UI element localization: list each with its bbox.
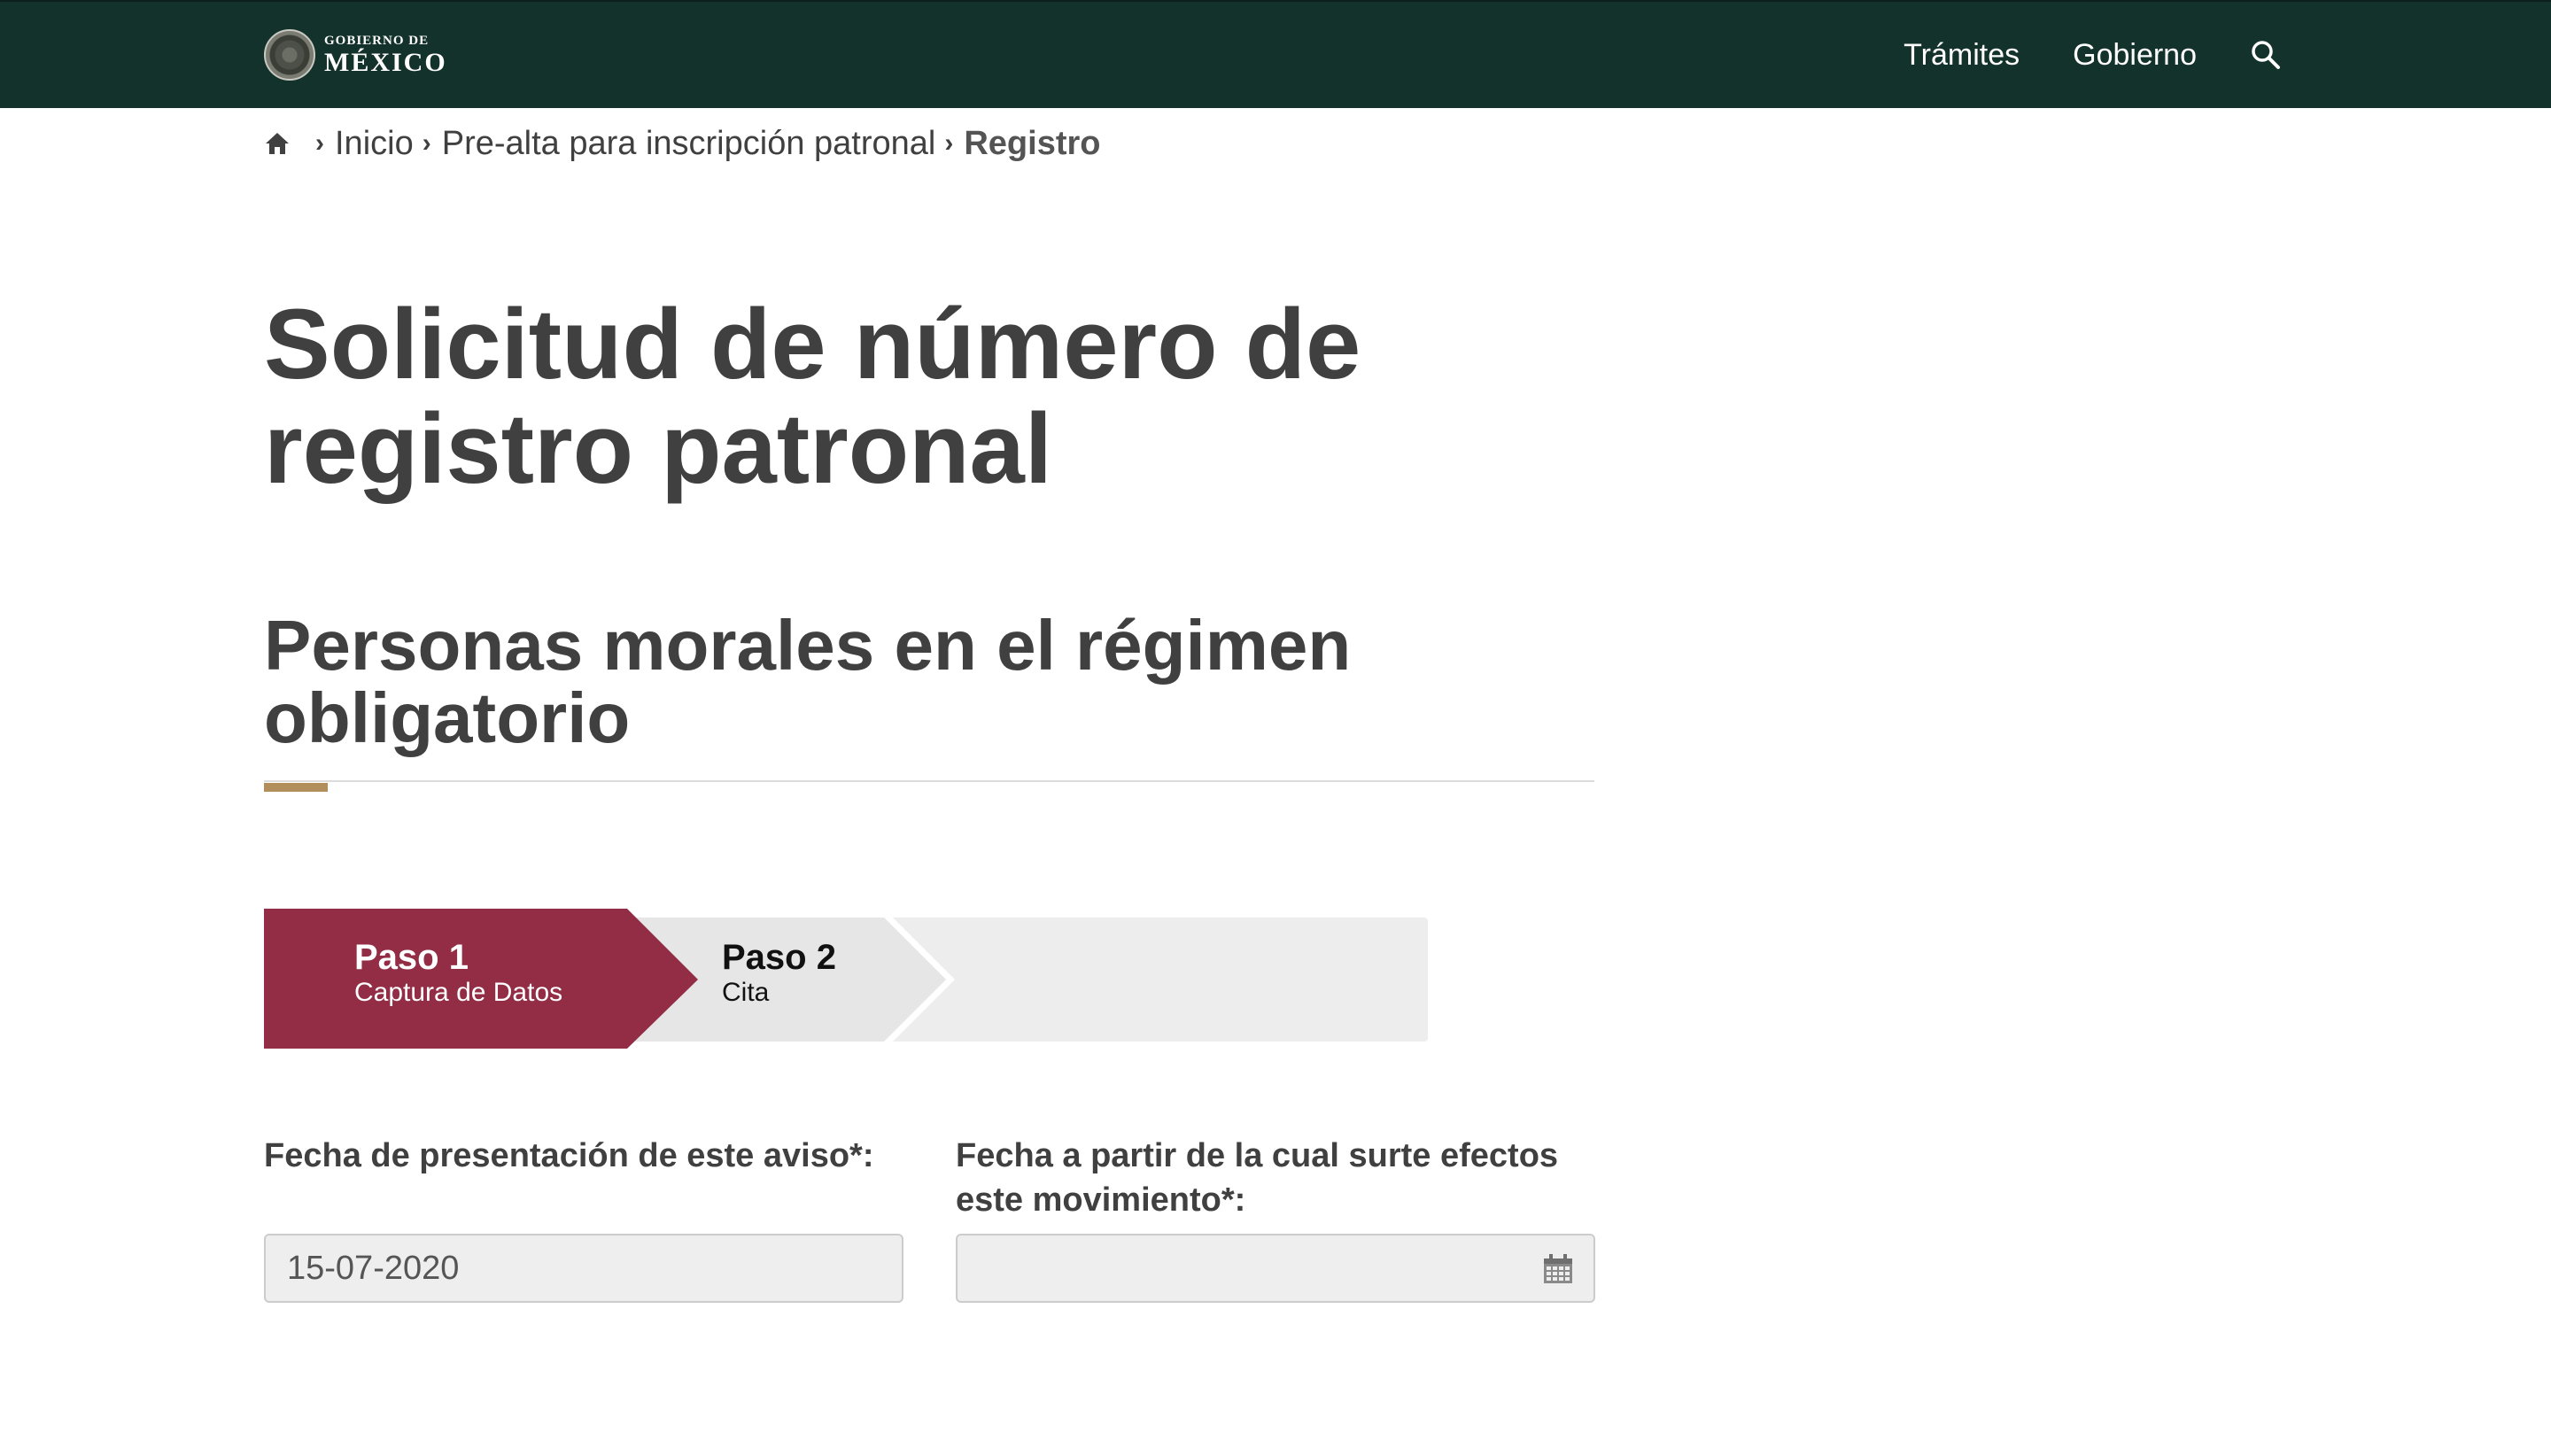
top-navbar: GOBIERNO DE MÉXICO Trámites Gobierno [0,0,2551,108]
search-icon[interactable] [2248,37,2283,73]
fecha-efectos-label: Fecha a partir de la cual surte efectos … [956,1134,1629,1222]
logo-small-text: GOBIERNO DE [324,33,430,48]
chevron-right-icon: › [315,128,324,158]
nav-link-tramites[interactable]: Trámites [1904,38,2020,73]
section-divider-accent [264,783,328,792]
page-title: Solicitud de número de registro patronal [264,292,1504,501]
fecha-presentacion-field[interactable]: 15-07-2020 [264,1234,903,1303]
calendar-icon[interactable] [1542,1253,1574,1285]
chevron-right-icon: › [422,128,431,158]
fecha-efectos-field[interactable] [956,1234,1595,1303]
fecha-presentacion-label: Fecha de presentación de este aviso*: [264,1137,874,1174]
fecha-efectos-label-line1: Fecha a partir de la cual surte efectos [956,1137,1559,1174]
step-2-subtitle: Cita [722,978,770,1007]
section-title: Personas morales en el régimen obligator… [264,609,1593,755]
step-1-subtitle: Captura de Datos [354,978,563,1007]
step-1-title[interactable]: Paso 1 [354,938,469,977]
fecha-presentacion-value: 15-07-2020 [287,1249,460,1287]
breadcrumb-item-inicio[interactable]: Inicio [335,125,414,163]
breadcrumb-item-registro: Registro [964,124,1101,162]
section-title-line1: Personas morales en el régimen [264,606,1352,685]
home-icon[interactable] [264,128,294,159]
nav-link-gobierno[interactable]: Gobierno [2073,38,2197,73]
breadcrumb-item-pre-alta[interactable]: Pre-alta para inscripción patronal [442,125,936,163]
page-title-line2: registro patronal [264,393,1052,504]
section-divider [264,780,1594,782]
gobierno-de-mexico-logo[interactable]: GOBIERNO DE MÉXICO [264,28,447,81]
step-2-title[interactable]: Paso 2 [722,938,836,977]
nav-links: Trámites Gobierno [1850,2,2283,108]
section-title-line2: obligatorio [264,678,631,757]
page-title-line1: Solicitud de número de [264,289,1361,399]
chevron-right-icon: › [944,128,954,158]
fecha-efectos-label-line2: este movimiento*: [956,1181,1246,1219]
breadcrumb: › Inicio › Pre-alta para inscripción pat… [264,120,1100,167]
logo-big-text: MÉXICO [324,47,447,77]
national-seal-icon [264,29,315,81]
